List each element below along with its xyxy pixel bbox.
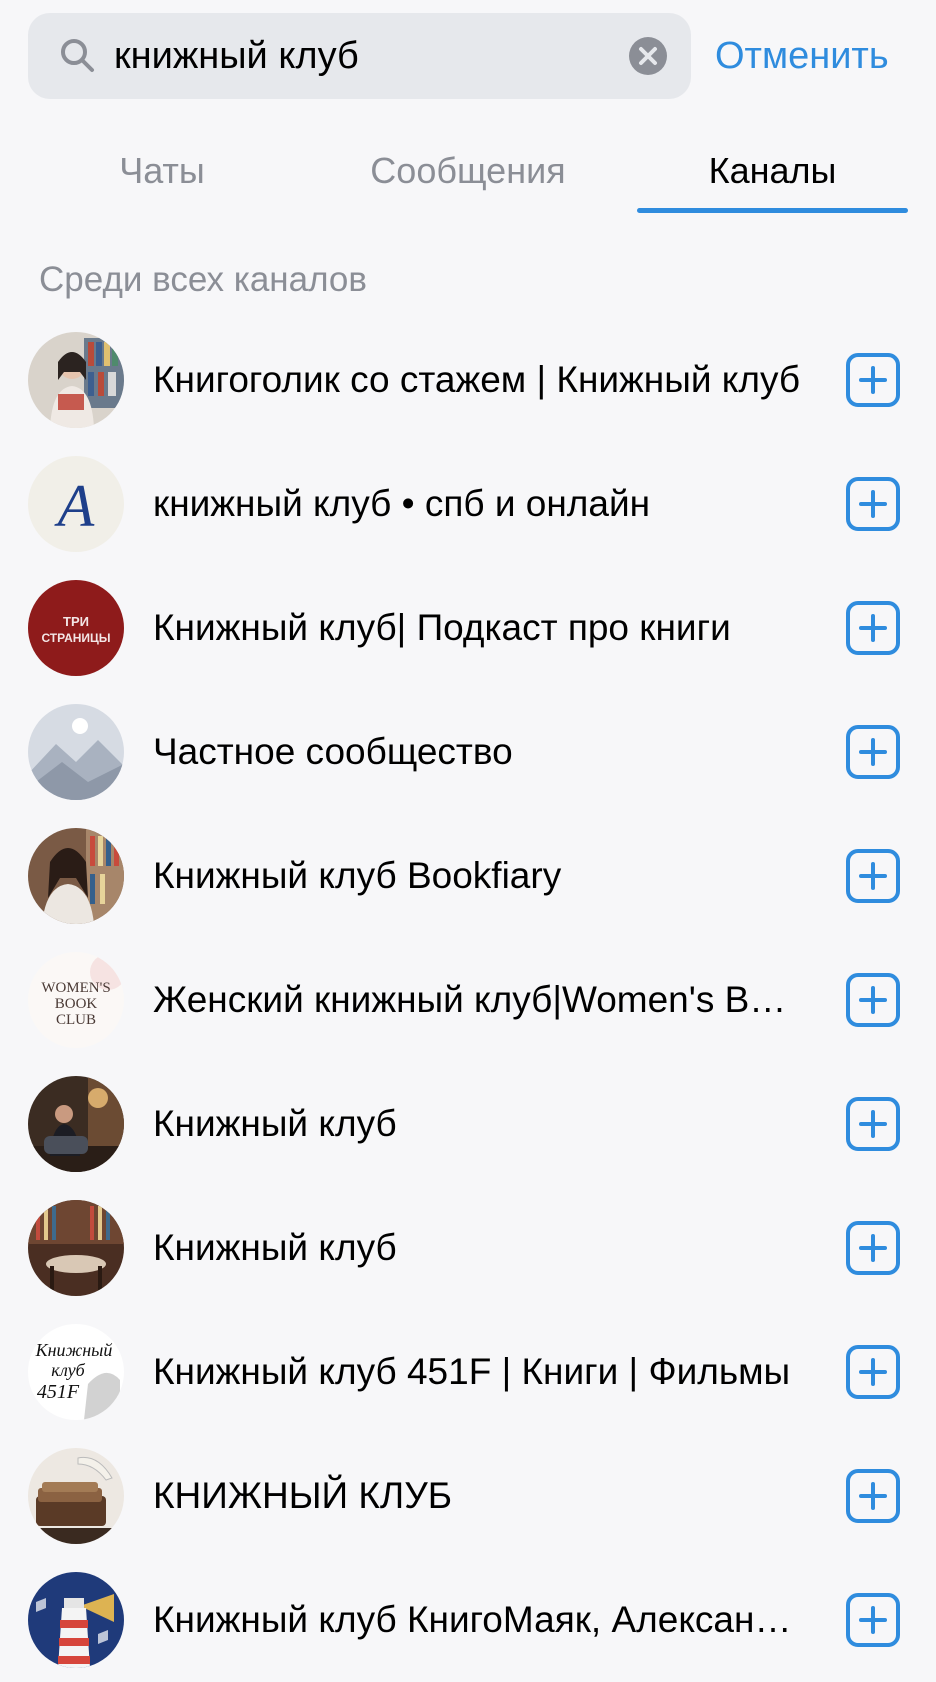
add-channel-button[interactable] bbox=[846, 1097, 900, 1151]
search-icon bbox=[58, 36, 98, 76]
plus-icon bbox=[859, 986, 887, 1014]
plus-icon bbox=[859, 614, 887, 642]
channel-title: Книжный клуб bbox=[153, 1227, 397, 1268]
channel-row[interactable]: Книжный клуб КнигоМаяк, Александров bbox=[0, 1558, 936, 1682]
add-channel-button[interactable] bbox=[846, 477, 900, 531]
channel-row[interactable]: A книжный клуб • спб и онлайн bbox=[0, 442, 936, 566]
search-input[interactable] bbox=[114, 13, 614, 99]
tab-channels[interactable]: Каналы bbox=[637, 128, 908, 214]
plus-icon bbox=[859, 862, 887, 890]
add-channel-button[interactable] bbox=[846, 1345, 900, 1399]
svg-text:WOMEN'S: WOMEN'S bbox=[41, 980, 110, 996]
add-channel-button[interactable] bbox=[846, 1593, 900, 1647]
svg-text:СТРАНИЦЫ: СТРАНИЦЫ bbox=[41, 631, 110, 645]
add-channel-button[interactable] bbox=[846, 353, 900, 407]
channel-row[interactable]: Частное сообщество bbox=[0, 690, 936, 814]
channel-title: книжный клуб • спб и онлайн bbox=[153, 483, 651, 524]
section-title: Среди всех каналов bbox=[39, 260, 367, 299]
svg-text:A: A bbox=[54, 473, 95, 539]
channel-row[interactable]: WOMEN'S BOOK CLUB Женский книжный клуб|W… bbox=[0, 938, 936, 1062]
search-bar[interactable] bbox=[28, 13, 691, 99]
channel-row[interactable]: Книжный клуб bbox=[0, 1186, 936, 1310]
active-tab-indicator bbox=[637, 208, 908, 213]
svg-text:BOOK: BOOK bbox=[55, 996, 98, 1012]
svg-text:Книжный: Книжный bbox=[35, 1340, 113, 1360]
svg-text:451F: 451F bbox=[37, 1381, 80, 1403]
add-channel-button[interactable] bbox=[846, 1221, 900, 1275]
channel-title: Книжный клуб КнигоМаяк, Александров bbox=[153, 1599, 803, 1640]
channel-title: Книжный клуб| Подкаст про книги bbox=[153, 607, 731, 648]
tab-chats[interactable]: Чаты bbox=[62, 128, 262, 214]
channel-avatar bbox=[28, 332, 124, 428]
plus-icon bbox=[859, 490, 887, 518]
channel-avatar: ТРИ СТРАНИЦЫ bbox=[28, 580, 124, 676]
add-channel-button[interactable] bbox=[846, 725, 900, 779]
channel-title: Книжный клуб Bookfiary bbox=[153, 855, 562, 896]
plus-icon bbox=[859, 1358, 887, 1386]
clear-search-icon[interactable] bbox=[628, 36, 668, 76]
search-tabs: Чаты Сообщения Каналы bbox=[0, 128, 936, 214]
channel-row[interactable]: ТРИ СТРАНИЦЫ Книжный клуб| Подкаст про к… bbox=[0, 566, 936, 690]
channel-avatar bbox=[28, 1572, 124, 1668]
add-channel-button[interactable] bbox=[846, 973, 900, 1027]
channel-avatar bbox=[28, 828, 124, 924]
plus-icon bbox=[859, 366, 887, 394]
add-channel-button[interactable] bbox=[846, 849, 900, 903]
search-header: Отменить bbox=[0, 0, 936, 110]
channel-title: Женский книжный клуб|Women's Book Club bbox=[153, 979, 803, 1020]
svg-text:ТРИ: ТРИ bbox=[63, 614, 89, 629]
channel-title: Книгоголик со стажем | Книжный клуб bbox=[153, 359, 801, 400]
plus-icon bbox=[859, 738, 887, 766]
channel-title: КНИЖНЫЙ КЛУБ bbox=[153, 1475, 452, 1516]
channel-row[interactable]: Книжный клуб Bookfiary bbox=[0, 814, 936, 938]
add-channel-button[interactable] bbox=[846, 601, 900, 655]
channel-row[interactable]: Книжный клуб bbox=[0, 1062, 936, 1186]
cancel-button[interactable]: Отменить bbox=[715, 13, 889, 99]
channel-title: Книжный клуб bbox=[153, 1103, 397, 1144]
plus-icon bbox=[859, 1606, 887, 1634]
channel-title: Книжный клуб 451F | Книги | Фильмы bbox=[153, 1351, 791, 1392]
add-channel-button[interactable] bbox=[846, 1469, 900, 1523]
svg-text:CLUB: CLUB bbox=[56, 1012, 96, 1028]
channel-avatar bbox=[28, 1200, 124, 1296]
channel-row[interactable]: Книгоголик со стажем | Книжный клуб bbox=[0, 318, 936, 442]
channel-avatar bbox=[28, 704, 124, 800]
plus-icon bbox=[859, 1482, 887, 1510]
channel-avatar bbox=[28, 1076, 124, 1172]
channel-row[interactable]: Книжный клуб 451F Книжный клуб 451F | Кн… bbox=[0, 1310, 936, 1434]
svg-text:клуб: клуб bbox=[51, 1360, 85, 1380]
channel-avatar: A bbox=[28, 456, 124, 552]
plus-icon bbox=[859, 1234, 887, 1262]
search-screen: Отменить Чаты Сообщения Каналы Среди все… bbox=[0, 0, 936, 1680]
channel-avatar: Книжный клуб 451F bbox=[28, 1324, 124, 1420]
channel-avatar bbox=[28, 1448, 124, 1544]
channel-title: Частное сообщество bbox=[153, 731, 513, 772]
tab-messages[interactable]: Сообщения bbox=[336, 128, 600, 214]
channel-avatar: WOMEN'S BOOK CLUB bbox=[28, 952, 124, 1048]
plus-icon bbox=[859, 1110, 887, 1138]
channel-row[interactable]: КНИЖНЫЙ КЛУБ bbox=[0, 1434, 936, 1558]
